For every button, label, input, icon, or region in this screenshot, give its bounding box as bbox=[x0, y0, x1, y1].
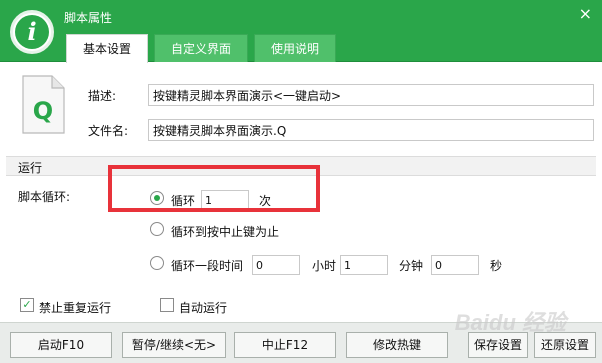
info-logo-icon: i bbox=[10, 10, 54, 54]
tab-bar: 基本设置 自定义界面 使用说明 bbox=[66, 34, 342, 63]
loop-duration-label: 循环一段时间 bbox=[171, 259, 244, 273]
modify-hotkey-button[interactable]: 修改热键 bbox=[346, 332, 448, 358]
script-file-icon: Q bbox=[22, 75, 65, 134]
loop-until-stop-radio[interactable] bbox=[150, 222, 164, 236]
close-icon[interactable]: × bbox=[579, 6, 592, 22]
seconds-input[interactable] bbox=[431, 255, 479, 275]
title-bar: i 脚本属性 × 基本设置 自定义界面 使用说明 bbox=[0, 0, 602, 63]
section-title: 运行 bbox=[18, 161, 43, 175]
minutes-unit: 分钟 bbox=[399, 259, 424, 273]
auto-run-checkbox[interactable] bbox=[160, 298, 174, 312]
no-repeat-run-label: 禁止重复运行 bbox=[39, 301, 112, 315]
tab-basic-settings[interactable]: 基本设置 bbox=[66, 34, 149, 63]
loop-duration-radio[interactable] bbox=[150, 256, 164, 270]
filename-label: 文件名: bbox=[88, 124, 129, 138]
stop-button[interactable]: 中止F12 bbox=[234, 332, 336, 358]
no-repeat-run-checkbox[interactable]: ✓ bbox=[20, 298, 34, 312]
pause-resume-button[interactable]: 暂停/继续<无> bbox=[122, 332, 226, 358]
tab-custom-interface[interactable]: 自定义界面 bbox=[154, 34, 249, 62]
hours-unit: 小时 bbox=[312, 259, 337, 273]
watermark: Baidu 经验 bbox=[454, 310, 566, 335]
hours-input[interactable] bbox=[252, 255, 300, 275]
filename-field[interactable] bbox=[148, 119, 594, 141]
seconds-unit: 秒 bbox=[490, 259, 503, 273]
svg-text:Q: Q bbox=[33, 97, 53, 125]
tab-usage-guide[interactable]: 使用说明 bbox=[254, 34, 337, 62]
highlight-box bbox=[108, 165, 320, 212]
script-loop-label: 脚本循环: bbox=[18, 190, 71, 204]
description-field[interactable] bbox=[148, 84, 594, 106]
window-title: 脚本属性 bbox=[64, 11, 113, 25]
description-label: 描述: bbox=[88, 89, 117, 103]
minutes-input[interactable] bbox=[340, 255, 388, 275]
start-button[interactable]: 启动F10 bbox=[10, 332, 112, 358]
loop-until-stop-label: 循环到按中止键为止 bbox=[171, 225, 280, 239]
auto-run-label: 自动运行 bbox=[179, 301, 228, 315]
